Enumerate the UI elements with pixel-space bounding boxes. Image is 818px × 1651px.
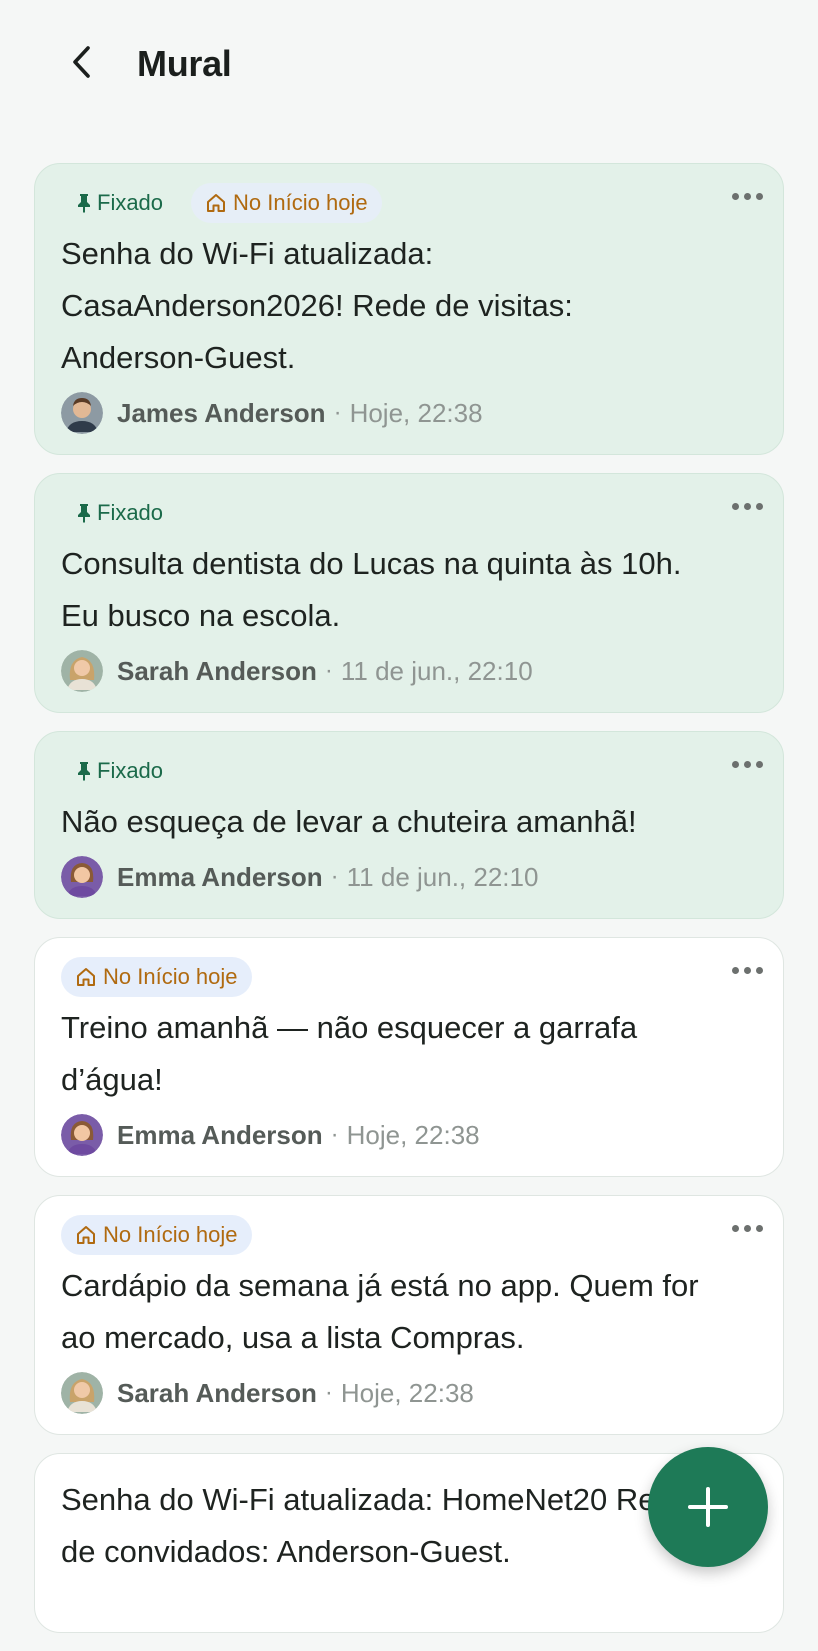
post-text: Treino amanhã — não esquecer a garrafa d… xyxy=(61,1010,638,1097)
author-name: Emma Anderson xyxy=(117,1119,323,1150)
pinned-chip-label: Fixado xyxy=(97,190,164,215)
app-header: Mural xyxy=(0,0,818,130)
avatar-woman-icon[interactable] xyxy=(61,1372,103,1414)
meta-separator: · xyxy=(330,1121,339,1148)
author-name: James Anderson xyxy=(117,397,326,428)
home-today-chip-label: No Início hoje xyxy=(103,964,238,989)
house-icon xyxy=(77,1226,95,1244)
back-button[interactable] xyxy=(60,40,104,84)
post-chips: Fixado xyxy=(61,750,757,792)
avatar-woman-icon[interactable] xyxy=(61,650,103,692)
home-today-chip: No Início hoje xyxy=(191,183,382,223)
pinned-chip-label: Fixado xyxy=(97,500,164,525)
pinned-chip-label: Fixado xyxy=(97,758,164,783)
post-text: Cardápio da semana já está no app. Quem … xyxy=(61,1268,699,1355)
post-meta: Sarah Anderson · 11 de jun., 22:10 xyxy=(61,646,757,696)
author-name: Sarah Anderson xyxy=(117,655,317,686)
more-options-button[interactable] xyxy=(725,750,769,778)
meta-separator: · xyxy=(324,1379,333,1406)
more-horizontal-icon xyxy=(731,760,739,768)
author-name: Sarah Anderson xyxy=(117,1377,317,1408)
home-today-chip-label: No Início hoje xyxy=(233,190,368,215)
post-card[interactable]: No Início hoje Cardápio da semana já est… xyxy=(34,1195,784,1435)
avatar-man-icon[interactable] xyxy=(61,392,103,434)
more-horizontal-icon xyxy=(731,1224,739,1232)
page-title: Mural xyxy=(137,43,232,84)
avatar-girl-icon[interactable] xyxy=(61,1114,103,1156)
more-options-button[interactable] xyxy=(725,956,769,984)
post-card[interactable]: No Início hoje Treino amanhã — não esque… xyxy=(34,937,784,1177)
plus-icon xyxy=(688,1487,728,1527)
meta-separator: · xyxy=(330,863,339,890)
author-name: Emma Anderson xyxy=(117,861,323,892)
pin-icon xyxy=(78,504,90,523)
home-today-chip-label: No Início hoje xyxy=(103,1222,238,1247)
pinned-chip: Fixado xyxy=(61,751,177,791)
post-card[interactable]: Fixado Consulta dentista do Lucas na qui… xyxy=(34,473,784,713)
meta-separator: · xyxy=(333,399,342,426)
more-horizontal-icon xyxy=(731,502,739,510)
post-time: Hoje, 22:38 xyxy=(349,397,483,428)
post-time: 11 de jun., 22:10 xyxy=(346,861,539,892)
meta-separator: · xyxy=(324,657,333,684)
post-time: Hoje, 22:38 xyxy=(340,1377,474,1408)
post-card[interactable]: Fixado No Início hoje Senha do Wi-Fi atu… xyxy=(34,163,784,455)
chevron-left-icon xyxy=(73,46,90,78)
more-horizontal-icon xyxy=(731,192,739,200)
more-options-button[interactable] xyxy=(725,1214,769,1242)
pin-icon xyxy=(78,194,90,213)
post-feed: Fixado No Início hoje Senha do Wi-Fi atu… xyxy=(34,163,784,1651)
post-chips: Fixado xyxy=(61,492,757,534)
home-today-chip: No Início hoje xyxy=(61,957,252,997)
post-meta: Sarah Anderson · Hoje, 22:38 xyxy=(61,1368,757,1418)
house-icon xyxy=(207,194,226,212)
post-text: Não esqueça de levar a chuteira amanhã! xyxy=(61,804,637,839)
post-time: Hoje, 22:38 xyxy=(346,1119,480,1150)
more-options-button[interactable] xyxy=(725,492,769,520)
post-text: Senha do Wi-Fi atualizada: CasaAnderson2… xyxy=(61,236,573,375)
more-options-button[interactable] xyxy=(725,182,769,210)
post-chips: Fixado No Início hoje xyxy=(61,182,757,224)
post-meta: Emma Anderson · Hoje, 22:38 xyxy=(61,1110,757,1160)
post-time: 11 de jun., 22:10 xyxy=(340,655,533,686)
post-meta: Emma Anderson · 11 de jun., 22:10 xyxy=(61,852,757,902)
home-today-chip: No Início hoje xyxy=(61,1215,252,1255)
house-icon xyxy=(77,968,95,986)
pinned-chip: Fixado xyxy=(61,493,177,533)
more-horizontal-icon xyxy=(731,966,739,974)
post-meta: James Anderson · Hoje, 22:38 xyxy=(61,388,757,438)
pinned-chip: Fixado xyxy=(61,183,177,223)
avatar-girl-icon[interactable] xyxy=(61,856,103,898)
add-post-button[interactable] xyxy=(648,1447,768,1567)
post-text: Consulta dentista do Lucas na quinta às … xyxy=(61,546,682,633)
post-chips: No Início hoje xyxy=(61,956,757,998)
post-card[interactable]: Fixado Não esqueça de levar a chuteira a… xyxy=(34,731,784,919)
post-chips: No Início hoje xyxy=(61,1214,757,1256)
pin-icon xyxy=(78,762,90,781)
